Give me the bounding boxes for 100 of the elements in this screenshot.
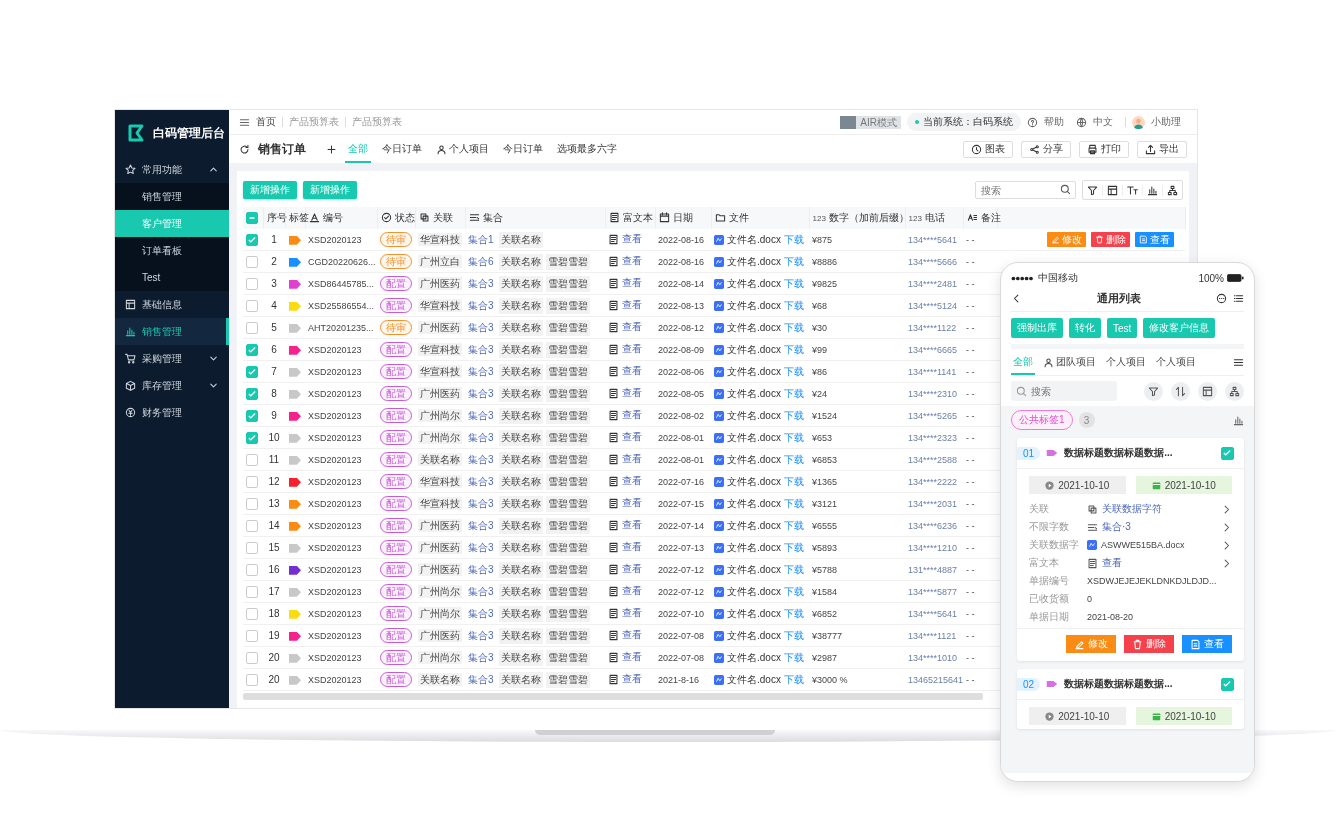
relation-tag[interactable]: 华宣科技 (418, 364, 462, 378)
row-checkbox[interactable] (246, 255, 258, 268)
relation-tag[interactable]: 雪碧雪碧 (545, 605, 590, 622)
view-link[interactable]: 查看 (622, 408, 642, 423)
relation-tag[interactable]: 关联名称 (498, 583, 543, 600)
header-action-button[interactable]: 分享 (1021, 140, 1071, 158)
header-action-button[interactable]: 图表 (963, 140, 1013, 158)
row-checkbox[interactable] (246, 409, 258, 422)
relation-tag[interactable]: 关联名称 (498, 297, 543, 314)
record-card[interactable]: 01 数据标题数据标题数据... 2021-10-10 2021-10-10 关联 关联数据字符 不限字数 集合·3 关联数据字 ASWWE515BA.docx 富文本 查看 单据编号 XSDWJEJEJEKLDNKDJLDJD... 已收货额 0 单据日期 2021-08-20 修改 删除 查看 (1017, 438, 1244, 661)
collection-link[interactable]: 集合3 (468, 628, 494, 643)
relation-tag[interactable]: 关联名称 (498, 341, 543, 358)
collection-link[interactable]: 集合3 (468, 430, 494, 445)
view-link[interactable]: 查看 (622, 386, 642, 401)
relation-tag[interactable]: 华宣科技 (418, 232, 462, 246)
view-link[interactable]: 查看 (622, 452, 642, 467)
header-action-button[interactable]: 打印 (1079, 140, 1129, 158)
relation-tag[interactable]: 关联名称 (418, 672, 462, 686)
view-tab[interactable]: 今日订单 (379, 135, 425, 163)
menu-item[interactable]: 销售管理 (115, 318, 229, 345)
relation-tag[interactable]: 雪碧雪碧 (545, 385, 590, 402)
collection-link[interactable]: 集合3 (468, 452, 494, 467)
row-checkbox[interactable] (246, 321, 258, 334)
column-header[interactable]: 编号 (322, 210, 343, 225)
relation-tag[interactable]: 广州尚尔 (418, 408, 462, 422)
row-checkbox[interactable] (246, 475, 258, 488)
search-input[interactable]: 搜索 (1031, 385, 1101, 397)
column-header[interactable]: 文件 (728, 210, 749, 225)
collection-link[interactable]: 集合3 (468, 386, 494, 401)
row-checkbox[interactable] (246, 541, 258, 554)
field-link[interactable]: 查看 (1102, 556, 1122, 570)
row-checkbox[interactable] (246, 453, 258, 466)
relation-tag[interactable]: 雪碧雪碧 (545, 627, 590, 644)
submenu-item[interactable]: 订单看板 (115, 237, 229, 264)
relation-tag[interactable]: 广州尚尔 (418, 606, 462, 620)
view-link[interactable]: 查看 (622, 628, 642, 643)
trash-button[interactable]: 删除 (1124, 635, 1174, 653)
view-link[interactable]: 查看 (622, 650, 642, 665)
select-all-checkbox[interactable] (246, 212, 258, 225)
list-icon[interactable] (1233, 292, 1244, 304)
bar-chart-icon[interactable] (1147, 184, 1158, 196)
row-checkbox[interactable] (246, 673, 258, 686)
relation-tag[interactable]: 关联名称 (498, 451, 543, 468)
relation-tag[interactable]: 广州医药 (418, 386, 462, 400)
record-checkbox[interactable] (1221, 446, 1234, 460)
view-link[interactable]: 查看 (622, 364, 642, 379)
scrollbar-thumb[interactable] (243, 693, 983, 700)
relation-tag[interactable]: 关联名称 (498, 671, 543, 688)
relation-tag[interactable]: 广州医药 (418, 628, 462, 642)
search-field[interactable]: 搜索 (975, 181, 1076, 199)
collection-link[interactable]: 集合3 (468, 364, 494, 379)
relation-tag[interactable]: 雪碧雪碧 (545, 649, 590, 666)
row-checkbox[interactable] (246, 563, 258, 576)
text-size-icon[interactable] (1127, 184, 1138, 196)
record-card[interactable]: 02 数据标题数据标题数据... 2021-10-10 2021-10-10 (1017, 669, 1244, 729)
view-link[interactable]: 查看 (622, 496, 642, 511)
relation-tag[interactable]: 华宣科技 (418, 474, 462, 488)
relation-tag[interactable]: 关联名称 (498, 627, 543, 644)
view-tab[interactable]: 今日订单 (500, 135, 546, 163)
relation-tag[interactable]: 雪碧雪碧 (545, 671, 590, 688)
collection-link[interactable]: 集合1 (468, 232, 494, 247)
relation-tag[interactable]: 广州医药 (418, 540, 462, 554)
table-icon[interactable] (1107, 184, 1118, 196)
language-link[interactable]: 中文 (1093, 115, 1113, 129)
relation-tag[interactable]: 关联名称 (498, 275, 543, 292)
relation-tag[interactable]: 关联名称 (498, 561, 543, 578)
header-action-button[interactable]: 导出 (1137, 140, 1187, 158)
view-tab[interactable]: 选项最多六字 (554, 135, 620, 163)
row-checkbox[interactable] (246, 343, 258, 356)
view-link[interactable]: 查看 (622, 584, 642, 599)
tool-button[interactable] (1225, 381, 1244, 401)
relation-tag[interactable]: 雪碧雪碧 (545, 473, 590, 490)
relation-tag[interactable]: 雪碧雪碧 (545, 583, 590, 600)
relation-tag[interactable]: 关联名称 (498, 385, 543, 402)
view-link[interactable]: 查看 (622, 254, 642, 269)
field-link[interactable]: 关联数据字符 (1102, 502, 1162, 516)
relation-tag[interactable]: 华宣科技 (418, 496, 462, 510)
relation-tag[interactable]: 关联名称 (498, 363, 543, 380)
column-header[interactable]: 备注 (980, 210, 1001, 225)
relation-tag[interactable]: 雪碧雪碧 (545, 407, 590, 424)
view-link[interactable]: 查看 (622, 474, 642, 489)
relation-tag[interactable]: 关联名称 (498, 253, 543, 270)
relation-tag[interactable]: 广州尚尔 (418, 430, 462, 444)
menu-icon[interactable] (1233, 356, 1244, 368)
row-checkbox[interactable] (246, 629, 258, 642)
view-tab[interactable]: 个人项目 (1104, 349, 1148, 375)
relation-tag[interactable]: 雪碧雪碧 (545, 495, 590, 512)
relation-tag[interactable]: 广州尚尔 (418, 650, 462, 664)
breadcrumb-link[interactable]: 首页 (256, 115, 276, 129)
menu-icon[interactable] (239, 116, 250, 128)
collection-link[interactable]: 集合3 (468, 298, 494, 313)
submenu-item[interactable]: Test (115, 264, 229, 291)
view-link[interactable]: 查看 (622, 606, 642, 621)
tool-button[interactable] (1171, 381, 1190, 401)
view-tab[interactable]: 个人项目 (433, 135, 492, 163)
collection-link[interactable]: 集合3 (468, 540, 494, 555)
relation-tag[interactable]: 雪碧雪碧 (545, 275, 590, 292)
relation-tag[interactable]: 华宣科技 (418, 298, 462, 312)
relation-tag[interactable]: 关联名称 (498, 429, 543, 446)
row-checkbox[interactable] (246, 607, 258, 620)
